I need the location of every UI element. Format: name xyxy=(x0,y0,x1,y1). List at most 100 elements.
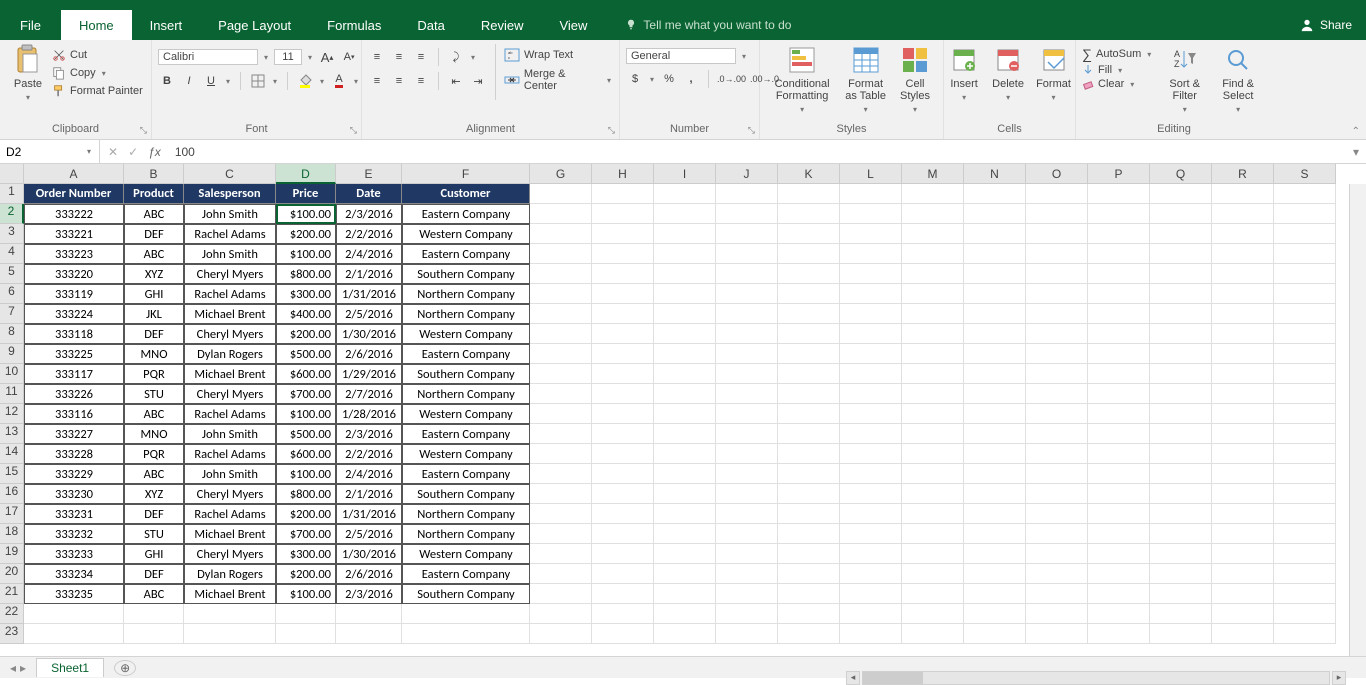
row-header[interactable]: 2 xyxy=(0,204,24,224)
cell[interactable] xyxy=(654,304,716,324)
cell[interactable] xyxy=(840,184,902,204)
cell[interactable] xyxy=(1088,184,1150,204)
increase-indent-button[interactable]: ⇥ xyxy=(469,72,487,90)
cell[interactable] xyxy=(716,264,778,284)
cell[interactable] xyxy=(778,404,840,424)
cell[interactable] xyxy=(1274,584,1336,604)
cell[interactable] xyxy=(654,484,716,504)
cell[interactable] xyxy=(1274,304,1336,324)
cell[interactable] xyxy=(592,584,654,604)
cell[interactable] xyxy=(654,364,716,384)
cell[interactable]: Michael Brent xyxy=(184,364,276,384)
cell[interactable] xyxy=(1150,284,1212,304)
cell[interactable] xyxy=(778,524,840,544)
row-header[interactable]: 10 xyxy=(0,364,24,384)
clipboard-launcher-icon[interactable]: ⤡ xyxy=(140,125,147,136)
cell[interactable]: Rachel Adams xyxy=(184,504,276,524)
cell[interactable] xyxy=(530,524,592,544)
align-center-button[interactable]: ≡ xyxy=(390,72,408,90)
cell[interactable] xyxy=(530,504,592,524)
cell[interactable] xyxy=(1274,524,1336,544)
chevron-down-icon[interactable]: ▾ xyxy=(648,75,656,84)
cell[interactable] xyxy=(840,324,902,344)
paste-dropdown-icon[interactable]: ▾ xyxy=(24,92,32,104)
select-all-corner[interactable] xyxy=(0,164,24,184)
column-header[interactable]: R xyxy=(1212,164,1274,184)
cell[interactable] xyxy=(530,564,592,584)
cell[interactable] xyxy=(716,544,778,564)
expand-formula-bar-icon[interactable]: ▾ xyxy=(1346,140,1366,163)
cell[interactable]: Customer xyxy=(402,184,530,204)
cell[interactable] xyxy=(336,624,402,644)
cell[interactable]: 2/2/2016 xyxy=(336,224,402,244)
cell[interactable]: 2/4/2016 xyxy=(336,464,402,484)
conditional-formatting-button[interactable]: Conditional Formatting▾ xyxy=(766,44,838,116)
cell[interactable] xyxy=(530,424,592,444)
column-header[interactable]: G xyxy=(530,164,592,184)
cell[interactable] xyxy=(1088,204,1150,224)
cell[interactable]: 333223 xyxy=(24,244,124,264)
cell[interactable] xyxy=(1088,404,1150,424)
cell[interactable] xyxy=(1274,624,1336,644)
cell[interactable]: 333117 xyxy=(24,364,124,384)
cell[interactable] xyxy=(778,244,840,264)
cell[interactable] xyxy=(840,364,902,384)
cell[interactable] xyxy=(592,604,654,624)
cell[interactable] xyxy=(964,244,1026,264)
row-header[interactable]: 11 xyxy=(0,384,24,404)
horizontal-scrollbar[interactable]: ◂ ▸ xyxy=(846,671,1346,685)
cell[interactable] xyxy=(530,384,592,404)
cell[interactable] xyxy=(1274,244,1336,264)
find-select-button[interactable]: Find & Select▾ xyxy=(1210,44,1266,116)
cell[interactable] xyxy=(654,204,716,224)
chevron-down-icon[interactable]: ▾ xyxy=(352,77,360,86)
column-header[interactable]: I xyxy=(654,164,716,184)
cell[interactable] xyxy=(1274,264,1336,284)
cell[interactable] xyxy=(1212,624,1274,644)
cell[interactable] xyxy=(840,344,902,364)
cell[interactable] xyxy=(1088,304,1150,324)
align-left-button[interactable]: ≡ xyxy=(368,72,386,90)
percent-format-button[interactable]: % xyxy=(660,70,678,88)
accounting-format-button[interactable]: $ xyxy=(626,70,644,88)
cell[interactable]: Eastern Company xyxy=(402,464,530,484)
cell[interactable]: Northern Company xyxy=(402,504,530,524)
cell[interactable] xyxy=(530,544,592,564)
row-header[interactable]: 12 xyxy=(0,404,24,424)
cell[interactable] xyxy=(1212,604,1274,624)
cell[interactable] xyxy=(654,244,716,264)
cell[interactable] xyxy=(592,404,654,424)
cell[interactable]: 2/3/2016 xyxy=(336,204,402,224)
cell[interactable] xyxy=(592,264,654,284)
cell[interactable] xyxy=(1274,444,1336,464)
cell[interactable] xyxy=(1150,404,1212,424)
cell[interactable] xyxy=(1212,244,1274,264)
bold-button[interactable]: B xyxy=(158,72,176,90)
cell[interactable]: DEF xyxy=(124,504,184,524)
cell[interactable] xyxy=(1088,384,1150,404)
cell[interactable] xyxy=(1026,564,1088,584)
cell[interactable] xyxy=(1150,464,1212,484)
cell[interactable]: PQR xyxy=(124,364,184,384)
cell[interactable] xyxy=(1026,384,1088,404)
cell[interactable]: 2/1/2016 xyxy=(336,264,402,284)
cell[interactable] xyxy=(1212,544,1274,564)
cell[interactable] xyxy=(902,224,964,244)
cell[interactable] xyxy=(778,324,840,344)
cell[interactable] xyxy=(530,304,592,324)
cell[interactable] xyxy=(964,404,1026,424)
cell[interactable] xyxy=(778,264,840,284)
cell[interactable] xyxy=(1088,244,1150,264)
cell[interactable] xyxy=(902,364,964,384)
cell[interactable] xyxy=(778,384,840,404)
cell[interactable] xyxy=(1150,384,1212,404)
cell[interactable] xyxy=(1150,324,1212,344)
column-header[interactable]: A xyxy=(24,164,124,184)
cell[interactable] xyxy=(1274,384,1336,404)
cell[interactable] xyxy=(1150,264,1212,284)
cell[interactable]: Rachel Adams xyxy=(184,224,276,244)
cell[interactable] xyxy=(1212,264,1274,284)
cell[interactable] xyxy=(902,384,964,404)
cell[interactable] xyxy=(840,524,902,544)
cell[interactable] xyxy=(778,364,840,384)
